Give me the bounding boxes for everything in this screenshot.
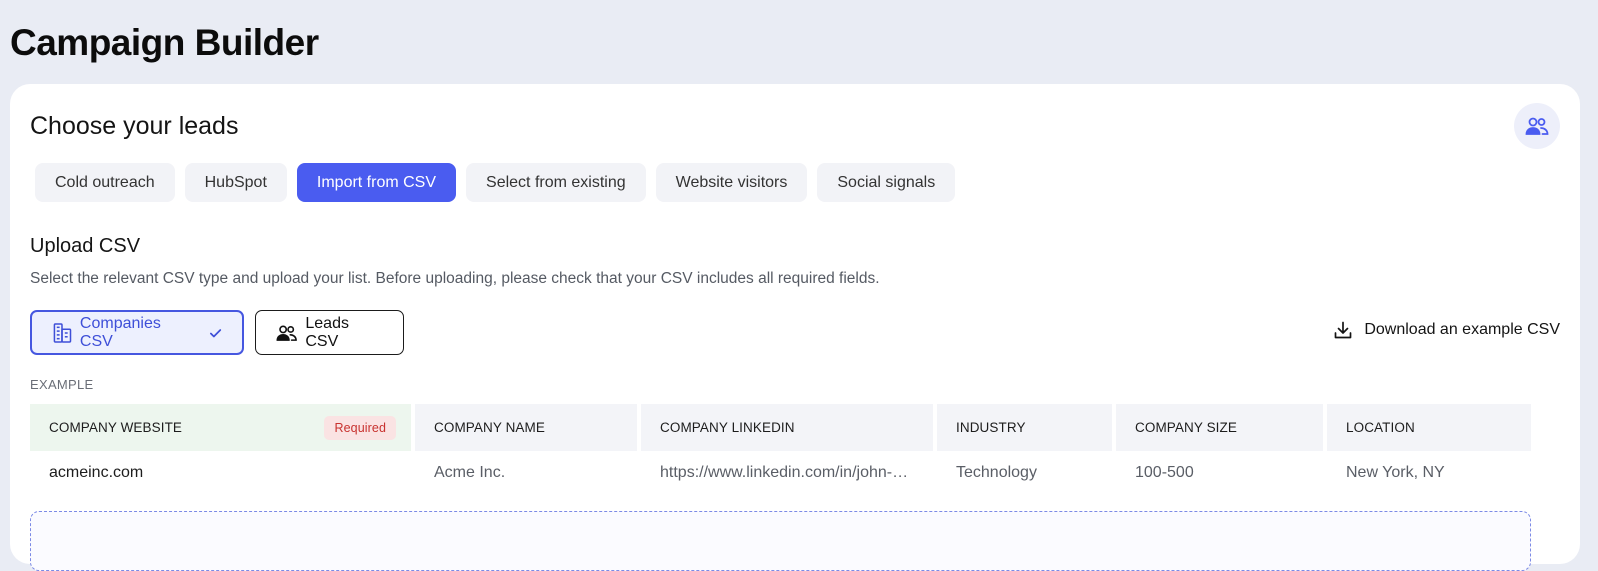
- example-label: EXAMPLE: [30, 377, 94, 392]
- table-cell: https://www.linkedin.com/in/john-…: [641, 451, 933, 494]
- tab-website-visitors[interactable]: Website visitors: [655, 163, 808, 202]
- leads-csv-button[interactable]: Leads CSV: [255, 310, 404, 355]
- download-icon: [1334, 321, 1352, 339]
- table-cell: New York, NY: [1346, 463, 1445, 481]
- tab-social-signals[interactable]: Social signals: [817, 163, 956, 202]
- csv-dropzone[interactable]: [30, 511, 1531, 571]
- column-header-label: COMPANY WEBSITE: [49, 420, 183, 435]
- leads-card: Choose your leads Cold outreach HubSpot …: [10, 84, 1580, 571]
- upload-description: Select the relevant CSV type and upload …: [30, 270, 880, 287]
- check-icon: [209, 328, 222, 337]
- team-button[interactable]: [1514, 103, 1560, 149]
- column-header-company-linkedin: COMPANY LINKEDIN: [641, 404, 933, 451]
- tab-select-from-existing[interactable]: Select from existing: [466, 163, 646, 202]
- tab-import-from-csv[interactable]: Import from CSV: [296, 163, 457, 202]
- lead-source-tabs: Cold outreach HubSpot Import from CSV Se…: [35, 163, 956, 202]
- example-table: COMPANY WEBSITE Required COMPANY NAME CO…: [30, 404, 1531, 494]
- column-header-industry: INDUSTRY: [937, 404, 1112, 451]
- page-title: Campaign Builder: [10, 22, 319, 63]
- users-icon: [1525, 117, 1549, 135]
- column-header-company-size: COMPANY SIZE: [1116, 404, 1323, 451]
- leads-csv-label: Leads CSV: [305, 314, 349, 350]
- companies-csv-label: Companies CSV: [79, 314, 161, 350]
- table-cell: acmeinc.com: [49, 463, 144, 481]
- download-example-link[interactable]: Download an example CSV: [1333, 320, 1560, 340]
- column-header-location: LOCATION: [1327, 404, 1531, 451]
- building-icon: [53, 322, 72, 343]
- table-cell: Acme Inc.: [434, 463, 506, 481]
- table-cell: Technology: [956, 463, 1037, 481]
- users-icon: [276, 325, 297, 341]
- companies-csv-button[interactable]: Companies CSV: [30, 310, 244, 355]
- required-badge: Required: [324, 415, 396, 440]
- column-header-company-name: COMPANY NAME: [415, 404, 637, 451]
- download-example-label: Download an example CSV: [1364, 321, 1560, 338]
- table-header: COMPANY WEBSITE Required COMPANY NAME CO…: [30, 404, 1531, 451]
- table-row: acmeinc.com Acme Inc. https://www.linked…: [30, 451, 1531, 494]
- table-cell: 100-500: [1135, 463, 1194, 481]
- tab-cold-outreach[interactable]: Cold outreach: [35, 163, 175, 202]
- table-cell-text: https://www.linkedin.com/in/john-…: [660, 463, 909, 481]
- upload-section-title: Upload CSV: [30, 235, 141, 257]
- column-header-company-website: COMPANY WEBSITE Required: [30, 404, 411, 451]
- card-title: Choose your leads: [30, 112, 239, 140]
- tab-hubspot[interactable]: HubSpot: [184, 163, 287, 202]
